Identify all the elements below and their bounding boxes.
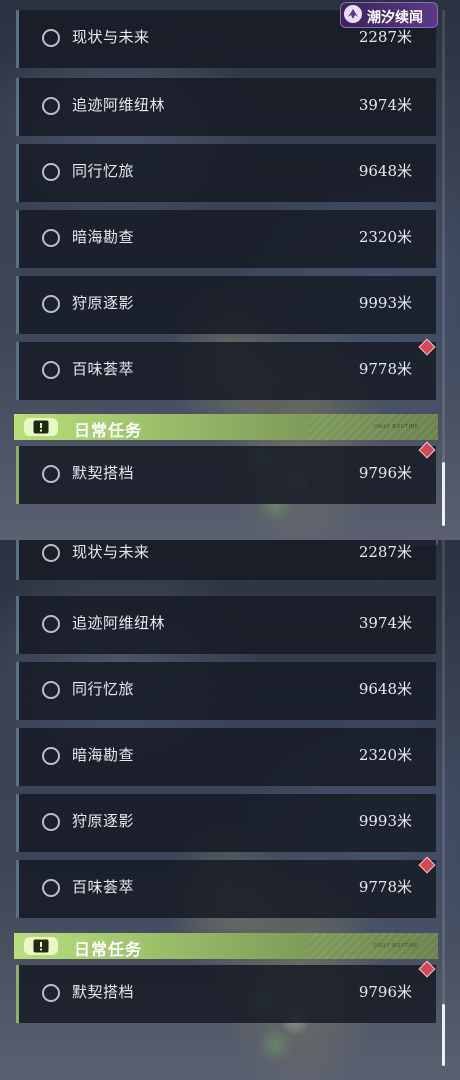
quest-status-circle-icon xyxy=(42,615,60,633)
quest-distance: 9648米 xyxy=(358,680,412,698)
quest-name: 默契搭档 xyxy=(72,464,135,482)
quest-name: 百味荟萃 xyxy=(72,360,135,378)
quest-item[interactable]: 暗海勘查 2320米 xyxy=(16,728,436,786)
quest-distance: 9796米 xyxy=(358,464,412,482)
quest-status-circle-icon xyxy=(42,295,60,313)
quest-distance: 9796米 xyxy=(358,983,412,1001)
quest-distance: 2320米 xyxy=(358,228,412,246)
quest-item[interactable]: 百味荟萃 9778米 xyxy=(16,860,436,918)
quest-distance: 9778米 xyxy=(358,360,412,378)
quest-status-circle-icon xyxy=(42,163,60,181)
quest-item[interactable]: 同行忆旅 9648米 xyxy=(16,662,436,720)
quest-distance: 2287米 xyxy=(358,543,412,561)
event-badge-label: 潮汐续闻 xyxy=(367,10,423,26)
quest-item[interactable]: 追迹阿维纽林 3974米 xyxy=(16,78,436,136)
section-hatch-decoration xyxy=(308,414,438,440)
daily-quest-item[interactable]: 默契搭档 9796米 xyxy=(16,965,436,1023)
quest-item[interactable]: 同行忆旅 9648米 xyxy=(16,144,436,202)
quest-distance: 9993米 xyxy=(358,812,412,830)
quest-status-circle-icon xyxy=(42,29,60,47)
quest-status-circle-icon xyxy=(42,229,60,247)
quest-status-circle-icon xyxy=(42,465,60,483)
quest-panel-bottom: 现状与未来 2287米 追迹阿维纽林 3974米 同行忆旅 9648米 暗海勘查… xyxy=(0,540,460,1080)
scrollbar-thumb[interactable] xyxy=(442,1004,445,1066)
quest-distance: 9648米 xyxy=(358,162,412,180)
quest-status-circle-icon xyxy=(42,97,60,115)
quest-distance: 9993米 xyxy=(358,294,412,312)
quest-item[interactable]: 追迹阿维纽林 3974米 xyxy=(16,596,436,654)
quest-name: 百味荟萃 xyxy=(72,878,135,896)
quest-name: 暗海勘查 xyxy=(72,228,135,246)
quest-distance: 2320米 xyxy=(358,746,412,764)
quest-status-circle-icon xyxy=(42,879,60,897)
quest-item[interactable]: 狩原逐影 9993米 xyxy=(16,794,436,852)
quest-status-circle-icon xyxy=(42,361,60,379)
scrollbar-track[interactable] xyxy=(442,10,445,526)
quest-item[interactable]: 现状与未来 2287米 xyxy=(16,540,436,580)
alert-icon xyxy=(24,418,58,436)
daily-section-header: 日常任务 DAILY ROUTINE xyxy=(14,414,438,440)
event-badge[interactable]: 潮汐续闻 xyxy=(340,2,438,28)
quest-name: 暗海勘查 xyxy=(72,746,135,764)
quest-name: 同行忆旅 xyxy=(72,162,135,180)
quest-status-circle-icon xyxy=(42,681,60,699)
quest-status-circle-icon xyxy=(42,813,60,831)
section-title: 日常任务 xyxy=(74,421,143,440)
quest-status-circle-icon xyxy=(42,544,60,562)
quest-name: 狩原逐影 xyxy=(72,294,135,312)
scrollbar-thumb[interactable] xyxy=(442,462,445,526)
quest-distance: 3974米 xyxy=(358,614,412,632)
quest-name: 现状与未来 xyxy=(72,28,150,46)
quest-name: 现状与未来 xyxy=(72,543,150,561)
section-hatch-decoration xyxy=(308,933,438,959)
daily-quest-item[interactable]: 默契搭档 9796米 xyxy=(16,446,436,504)
section-title: 日常任务 xyxy=(74,940,143,959)
quest-name: 追迹阿维纽林 xyxy=(72,614,166,632)
quest-item[interactable]: 百味荟萃 9778米 xyxy=(16,342,436,400)
section-tag: DAILY ROUTINE xyxy=(374,943,419,949)
quest-distance: 2287米 xyxy=(358,28,412,46)
quest-item[interactable]: 暗海勘查 2320米 xyxy=(16,210,436,268)
section-tag: DAILY ROUTINE xyxy=(374,424,419,430)
quest-name: 狩原逐影 xyxy=(72,812,135,830)
quest-panel-top: 现状与未来 2287米 追迹阿维纽林 3974米 同行忆旅 9648米 暗海勘查… xyxy=(0,0,460,540)
daily-section-header: 日常任务 DAILY ROUTINE xyxy=(14,933,438,959)
quest-name: 同行忆旅 xyxy=(72,680,135,698)
quest-name: 追迹阿维纽林 xyxy=(72,96,166,114)
quest-name: 默契搭档 xyxy=(72,983,135,1001)
scrollbar-track[interactable] xyxy=(442,540,445,1066)
quest-item[interactable]: 狩原逐影 9993米 xyxy=(16,276,436,334)
quest-distance: 3974米 xyxy=(358,96,412,114)
tide-logo-icon xyxy=(344,5,362,23)
quest-distance: 9778米 xyxy=(358,878,412,896)
quest-status-circle-icon xyxy=(42,747,60,765)
alert-icon xyxy=(24,937,58,955)
quest-status-circle-icon xyxy=(42,984,60,1002)
